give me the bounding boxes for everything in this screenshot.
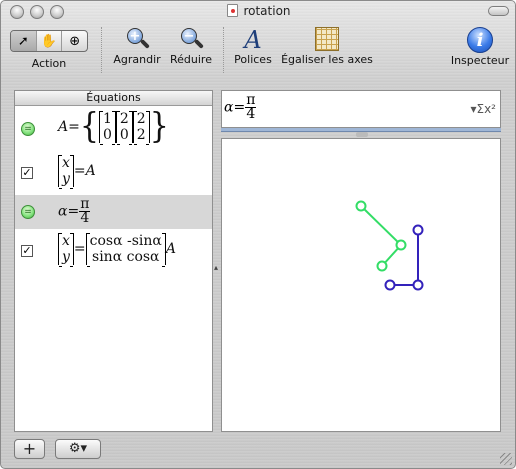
- zoom-in-button[interactable]: + Agrandir: [111, 27, 163, 66]
- title-bar[interactable]: rotation: [1, 1, 515, 23]
- toolbar-separator: [101, 27, 102, 73]
- fraction: π4: [245, 92, 257, 122]
- action-item: Action: [31, 57, 67, 70]
- matrix: 20: [115, 111, 133, 145]
- visibility-checkbox[interactable]: ✓: [21, 167, 33, 179]
- series-point[interactable]: [376, 260, 388, 272]
- hand-tool-icon[interactable]: ✋: [37, 31, 63, 51]
- grid-icon: [315, 27, 339, 51]
- vector: xy: [58, 233, 74, 267]
- sigma-menu-icon[interactable]: ▾Σx²: [470, 102, 496, 116]
- inspector-button[interactable]: i Inspecteur: [448, 27, 512, 67]
- tool-segmented-control[interactable]: ➚ ✋ ⊕: [10, 30, 88, 52]
- equation-row-selected[interactable]: = α= π 4: [15, 195, 212, 229]
- font-icon: A: [244, 26, 262, 54]
- panel-splitter[interactable]: ▴: [214, 263, 220, 273]
- graph-toggle-icon[interactable]: =: [21, 205, 35, 219]
- equation-row[interactable]: ✓ x y =A: [15, 151, 212, 195]
- zoom-in-icon: +: [125, 27, 150, 51]
- resize-grip[interactable]: [500, 453, 512, 465]
- zoom-tool-icon[interactable]: ⊕: [62, 31, 87, 51]
- app-window: rotation ➚ ✋ ⊕ Action + Agrandir − Rédui…: [0, 0, 516, 469]
- equalize-axes-button[interactable]: Égaliser les axes: [281, 27, 373, 66]
- series-point[interactable]: [395, 239, 407, 251]
- equations-panel: Équations = A={1 02 02 2} ✓ x y =A = α= π 4 ✓: [14, 90, 213, 432]
- arrow-tool-icon[interactable]: ➚: [11, 31, 37, 51]
- graph-canvas[interactable]: [221, 138, 501, 432]
- equations-header: Équations: [15, 91, 212, 106]
- series-point[interactable]: [384, 279, 396, 291]
- gear-menu-button[interactable]: ⚙▾: [55, 439, 101, 459]
- series-point[interactable]: [412, 279, 424, 291]
- series-point[interactable]: [355, 200, 367, 212]
- matrix: 10: [98, 111, 116, 145]
- editor-splitter[interactable]: [356, 132, 368, 137]
- equation-editor[interactable]: α= π 4 ▾Σx²: [221, 90, 501, 128]
- equation-row[interactable]: ✓ x y = cosα -sinα sinα cosα A: [15, 229, 212, 273]
- toolbar-separator: [223, 27, 224, 73]
- equation-row[interactable]: = A={1 02 02 2}: [15, 107, 212, 151]
- graph-svg[interactable]: [222, 139, 502, 433]
- visibility-checkbox[interactable]: ✓: [21, 245, 33, 257]
- matrix: 22: [132, 111, 150, 145]
- rotation-matrix: cosα -sinα sinα cosα: [85, 233, 166, 267]
- toolbar-toggle-button[interactable]: [488, 6, 509, 16]
- window-title: rotation: [1, 4, 515, 18]
- add-equation-button[interactable]: +: [14, 439, 45, 459]
- graph-toggle-icon[interactable]: =: [21, 122, 35, 136]
- zoom-out-icon: −: [179, 27, 204, 51]
- series-point[interactable]: [412, 224, 424, 236]
- fraction: π4: [79, 196, 91, 226]
- series-line: [360, 205, 403, 267]
- vector: xy: [58, 155, 74, 189]
- toolbar: ➚ ✋ ⊕ Action + Agrandir − Réduire A Poli…: [1, 23, 515, 79]
- info-icon: i: [467, 27, 493, 53]
- document-icon: [227, 4, 239, 17]
- fonts-button[interactable]: A Polices: [231, 27, 275, 66]
- zoom-out-button[interactable]: − Réduire: [167, 27, 215, 66]
